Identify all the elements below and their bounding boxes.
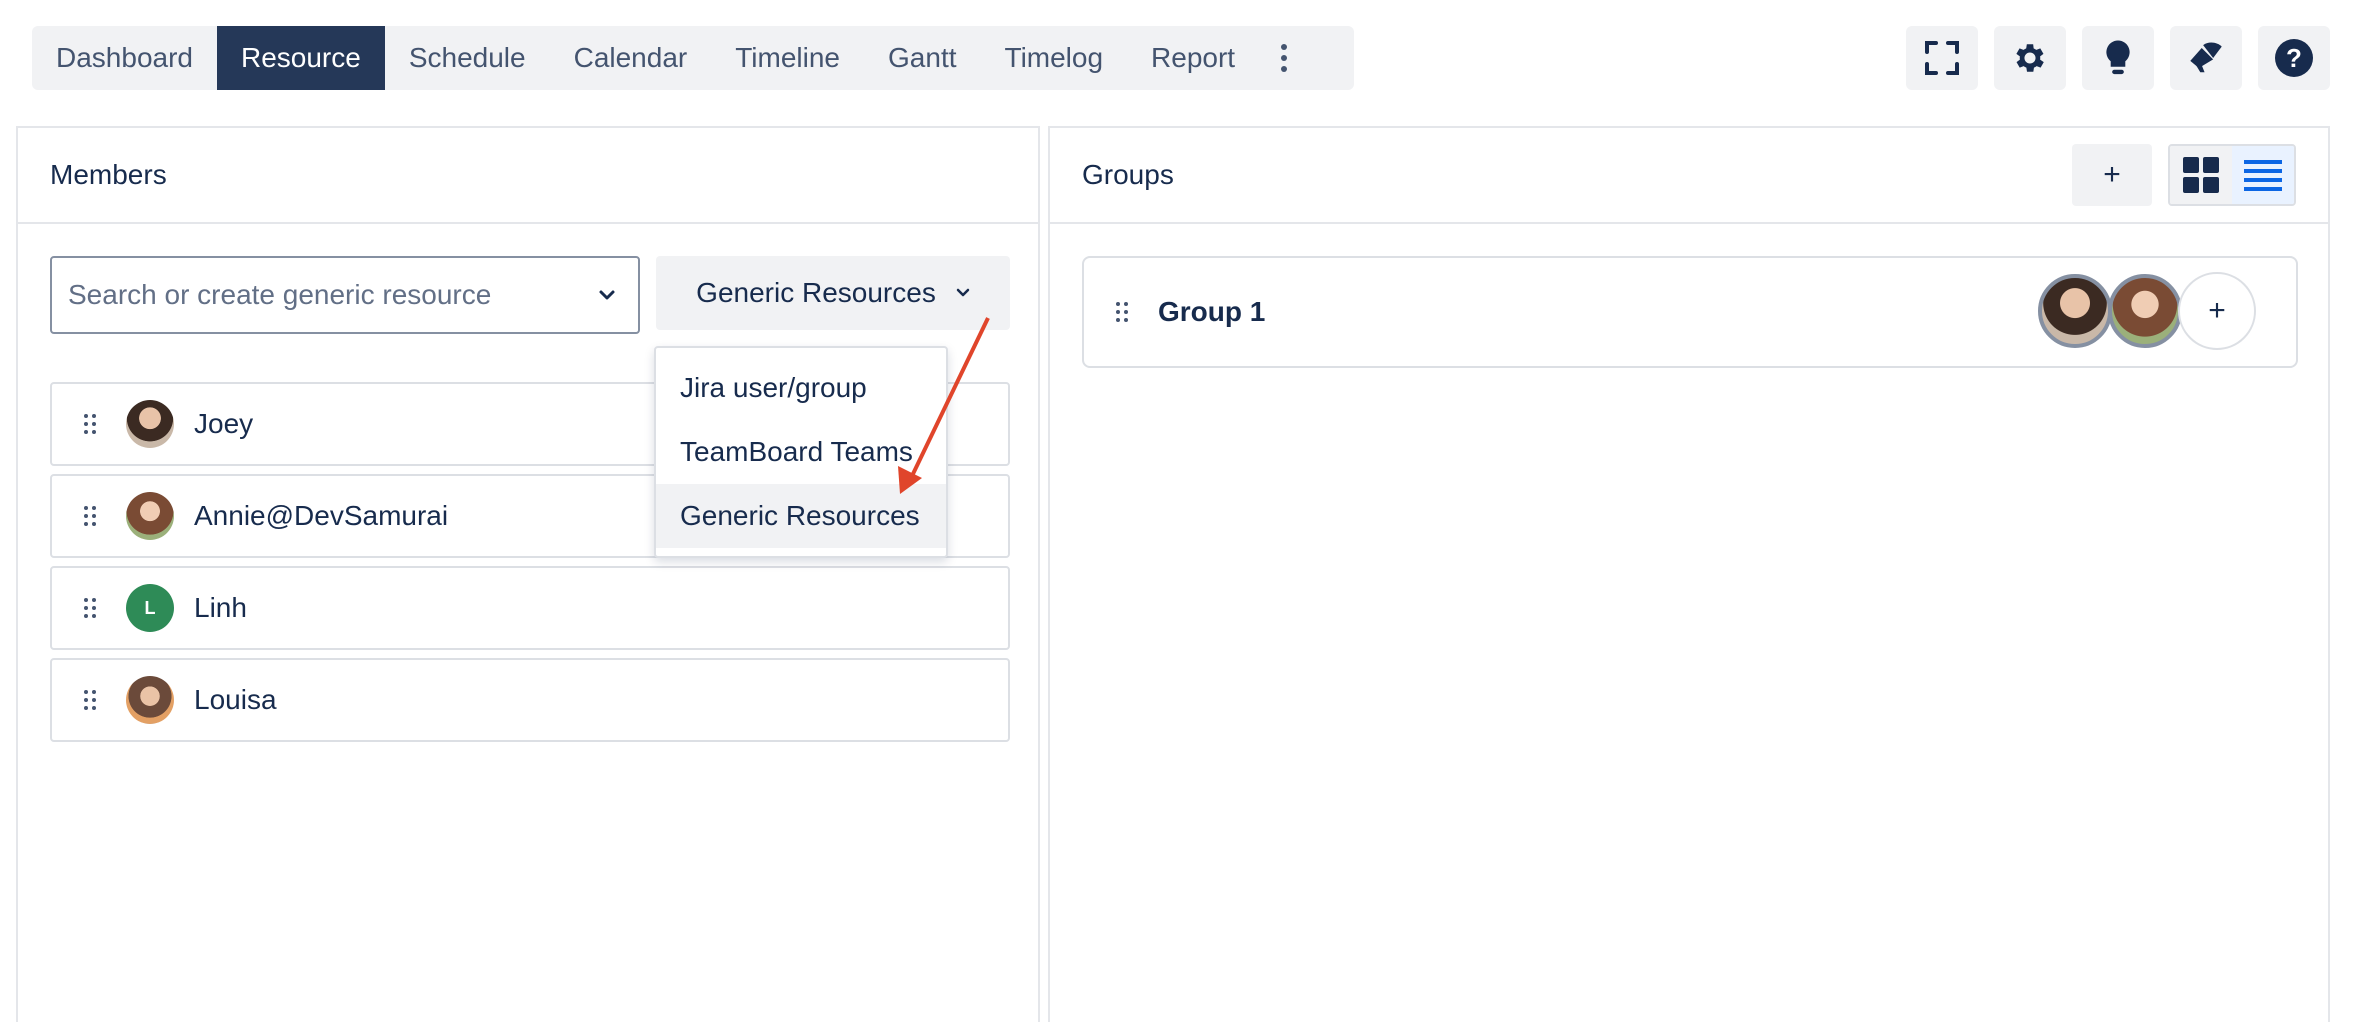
grid-view-button[interactable] — [2170, 146, 2232, 204]
view-toggle — [2168, 144, 2296, 206]
tab-timelog[interactable]: Timelog — [981, 26, 1128, 90]
member-name: Annie@DevSamurai — [194, 500, 449, 531]
list-item[interactable]: L Linh — [50, 566, 1010, 650]
drag-handle-icon[interactable] — [1112, 297, 1132, 327]
group-members: + — [2038, 272, 2256, 350]
tab-gantt[interactable]: Gantt — [864, 26, 980, 90]
help-button[interactable]: ? — [2258, 26, 2330, 90]
add-group-button[interactable]: + — [2072, 144, 2152, 206]
member-name: Joey — [194, 408, 254, 439]
members-title: Members — [18, 128, 1038, 224]
drag-handle-icon[interactable] — [80, 685, 100, 715]
tab-dashboard[interactable]: Dashboard — [32, 26, 217, 90]
list-item[interactable]: Louisa — [50, 658, 1010, 742]
lightbulb-icon — [2106, 40, 2130, 75]
add-group-member-button[interactable]: + — [2178, 272, 2256, 350]
resource-type-value: Generic Resources — [696, 277, 936, 308]
groups-panel: Groups + Group 1 + — [1048, 126, 2330, 1022]
tab-calendar[interactable]: Calendar — [550, 26, 712, 90]
list-view-button[interactable] — [2232, 146, 2294, 204]
avatar: L — [126, 584, 174, 632]
group-card[interactable]: Group 1 + — [1082, 256, 2298, 368]
tab-report[interactable]: Report — [1127, 26, 1259, 90]
resource-type-dropdown: Jira user/group TeamBoard Teams Generic … — [654, 346, 948, 558]
dropdown-option-generic[interactable]: Generic Resources — [656, 484, 946, 548]
tab-timeline[interactable]: Timeline — [711, 26, 864, 90]
fullscreen-button[interactable] — [1906, 26, 1978, 90]
vertical-dots-icon — [1281, 44, 1288, 72]
member-name: Linh — [194, 592, 247, 623]
resource-type-select[interactable]: Generic Resources — [656, 256, 1010, 330]
ideas-button[interactable] — [2082, 26, 2154, 90]
member-search-input[interactable] — [68, 279, 592, 311]
list-view-icon — [2244, 160, 2282, 191]
members-panel: Members Generic Resources Joey Annie@Dev… — [16, 126, 1040, 1022]
avatar[interactable] — [2038, 274, 2112, 348]
dropdown-option-jira[interactable]: Jira user/group — [656, 356, 946, 420]
groups-title: Groups — [1082, 159, 1174, 190]
groups-actions: + — [2072, 144, 2296, 206]
dropdown-option-teamboard[interactable]: TeamBoard Teams — [656, 420, 946, 484]
group-name: Group 1 — [1158, 296, 1266, 327]
member-search-box[interactable] — [50, 256, 640, 334]
avatar[interactable] — [2108, 274, 2182, 348]
more-tabs-button[interactable] — [1259, 26, 1309, 90]
avatar — [126, 400, 174, 448]
tab-resource[interactable]: Resource — [216, 26, 385, 90]
drag-handle-icon[interactable] — [80, 501, 100, 531]
avatar — [126, 676, 174, 724]
settings-button[interactable] — [1994, 26, 2066, 90]
member-name: Louisa — [194, 684, 277, 715]
drag-handle-icon[interactable] — [80, 409, 100, 439]
drag-handle-icon[interactable] — [80, 593, 100, 623]
announcements-button[interactable] — [2170, 26, 2242, 90]
svg-text:?: ? — [2286, 43, 2302, 73]
gear-icon — [2016, 44, 2044, 72]
megaphone-icon — [2190, 42, 2222, 73]
chevron-down-icon — [956, 288, 970, 297]
top-toolbar: ? — [1906, 26, 2330, 90]
chevron-down-icon[interactable] — [592, 280, 622, 310]
avatar — [126, 492, 174, 540]
groups-header: Groups + — [1050, 128, 2328, 224]
fullscreen-icon — [1925, 41, 1959, 75]
main-nav: Dashboard Resource Schedule Calendar Tim… — [32, 26, 1354, 90]
grid-view-icon — [2183, 157, 2219, 193]
help-icon: ? — [2275, 39, 2313, 77]
tab-schedule[interactable]: Schedule — [385, 26, 550, 90]
